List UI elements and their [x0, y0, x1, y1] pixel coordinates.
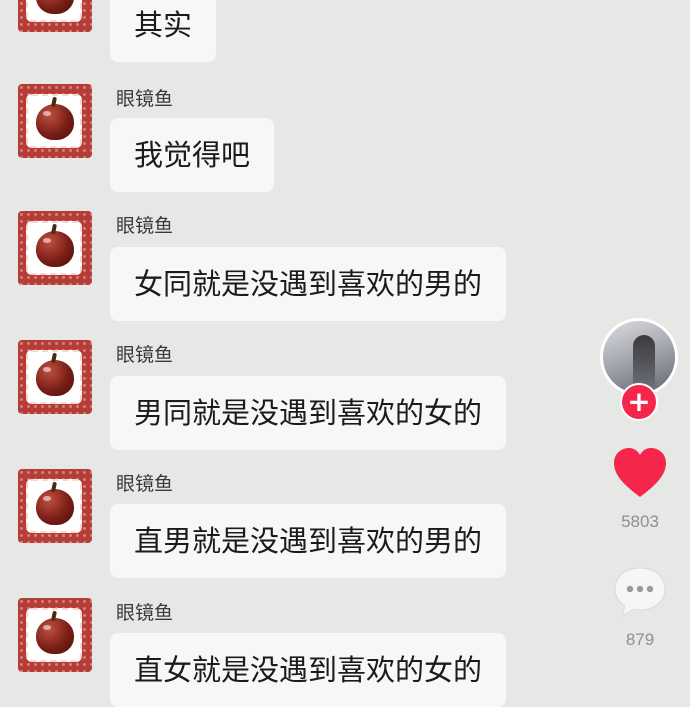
like-count: 5803	[621, 512, 659, 531]
sender-avatar[interactable]	[18, 0, 92, 32]
sender-avatar[interactable]	[18, 211, 92, 285]
apple-avatar-icon	[36, 360, 74, 396]
message-item: 眼镜鱼 直女就是没遇到喜欢的女的	[0, 598, 600, 707]
message-item: 眼镜鱼 直男就是没遇到喜欢的男的	[0, 469, 600, 579]
message-bubble[interactable]: 男同就是没遇到喜欢的女的	[110, 376, 507, 450]
apple-avatar-icon	[36, 618, 74, 654]
apple-avatar-icon	[36, 104, 74, 140]
sender-avatar[interactable]	[18, 84, 92, 158]
comment-count: 879	[625, 630, 655, 649]
message-bubble[interactable]: 女同就是没遇到喜欢的男的	[110, 247, 507, 321]
apple-avatar-icon	[36, 231, 74, 267]
message-bubble[interactable]: 其实	[110, 0, 217, 62]
sender-name: 眼镜鱼	[116, 215, 174, 237]
video-action-bar: + 5803 879	[596, 0, 690, 691]
sender-name: 眼镜鱼	[116, 602, 174, 624]
sender-avatar[interactable]	[18, 598, 92, 672]
message-item: 眼镜鱼 男同就是没遇到喜欢的女的	[0, 340, 600, 450]
sender-name: 眼镜鱼	[116, 344, 174, 366]
message-bubble[interactable]: 直女就是没遇到喜欢的女的	[110, 633, 507, 707]
chat-area: 其实 眼镜鱼 我觉得吧 眼镜鱼 女同就是没遇到喜欢的男的 眼镜鱼 男同就是没遇到…	[0, 0, 690, 707]
follow-button[interactable]: +	[620, 383, 658, 421]
heart-icon[interactable]	[612, 447, 668, 499]
message-bubble[interactable]: 直男就是没遇到喜欢的男的	[110, 504, 507, 578]
comment-bubble-icon[interactable]	[612, 564, 668, 620]
message-item: 眼镜鱼 女同就是没遇到喜欢的男的	[0, 211, 600, 321]
apple-avatar-icon	[36, 489, 74, 525]
message-item: 眼镜鱼 我觉得吧	[0, 84, 600, 194]
sender-avatar[interactable]	[18, 469, 92, 543]
sender-name: 眼镜鱼	[116, 473, 174, 495]
message-item: 其实	[0, 0, 600, 62]
sender-name: 眼镜鱼	[116, 88, 174, 110]
message-bubble[interactable]: 我觉得吧	[110, 118, 275, 192]
sender-avatar[interactable]	[18, 340, 92, 414]
